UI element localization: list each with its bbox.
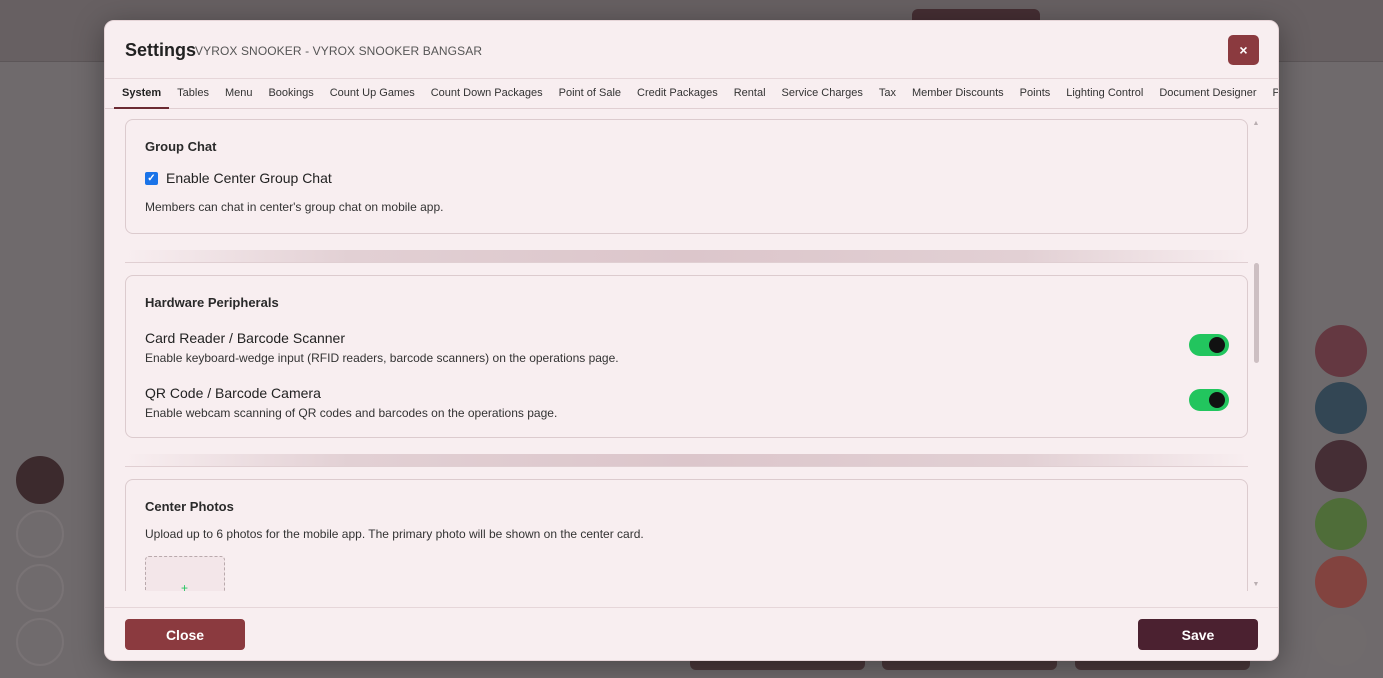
- tab-credit-packages[interactable]: Credit Packages: [629, 79, 726, 109]
- tab-tables[interactable]: Tables: [169, 79, 217, 109]
- card-reader-help: Enable keyboard-wedge input (RFID reader…: [145, 351, 619, 365]
- center-photos-title: Center Photos: [145, 499, 234, 514]
- photo-upload-button[interactable]: +: [145, 556, 225, 591]
- section-divider: [125, 250, 1248, 263]
- group-chat-checkbox-row[interactable]: ✓ Enable Center Group Chat: [145, 170, 332, 186]
- tab-service-charges[interactable]: Service Charges: [774, 79, 871, 109]
- content-scrollbar[interactable]: ▲ ▼: [1251, 120, 1261, 590]
- qr-camera-title: QR Code / Barcode Camera: [145, 385, 321, 401]
- plus-icon: +: [181, 581, 189, 591]
- tab-count-up-games[interactable]: Count Up Games: [322, 79, 423, 109]
- save-button[interactable]: Save: [1138, 619, 1258, 650]
- tab-rental[interactable]: Rental: [726, 79, 774, 109]
- scroll-thumb[interactable]: [1254, 263, 1259, 363]
- hardware-title: Hardware Peripherals: [145, 295, 279, 310]
- tab-member-discounts[interactable]: Member Discounts: [904, 79, 1012, 109]
- close-icon: ×: [1239, 42, 1248, 58]
- tab-tax[interactable]: Tax: [871, 79, 904, 109]
- settings-modal: Settings VYROX SNOOKER - VYROX SNOOKER B…: [104, 20, 1279, 661]
- modal-header: Settings VYROX SNOOKER - VYROX SNOOKER B…: [105, 21, 1278, 79]
- card-reader-toggle[interactable]: [1189, 334, 1229, 356]
- modal-subtitle: VYROX SNOOKER - VYROX SNOOKER BANGSAR: [195, 44, 483, 58]
- settings-content: Group Chat ✓ Enable Center Group Chat Me…: [105, 110, 1265, 591]
- tab-printers[interactable]: Printers: [1265, 79, 1278, 109]
- hardware-peripherals-card: Hardware Peripherals Card Reader / Barco…: [125, 275, 1248, 438]
- tab-bookings[interactable]: Bookings: [260, 79, 321, 109]
- toggle-knob: [1209, 337, 1225, 353]
- qr-camera-help: Enable webcam scanning of QR codes and b…: [145, 406, 558, 420]
- group-chat-title: Group Chat: [145, 139, 217, 154]
- tab-point-of-sale[interactable]: Point of Sale: [551, 79, 629, 109]
- section-divider: [125, 454, 1248, 467]
- qr-camera-toggle[interactable]: [1189, 389, 1229, 411]
- tab-lighting-control[interactable]: Lighting Control: [1058, 79, 1151, 109]
- group-chat-card: Group Chat ✓ Enable Center Group Chat Me…: [125, 119, 1248, 234]
- tab-system[interactable]: System: [114, 79, 170, 109]
- scroll-down-icon[interactable]: ▼: [1251, 581, 1261, 589]
- center-photos-help: Upload up to 6 photos for the mobile app…: [145, 527, 644, 541]
- settings-tabs: System Tables Menu Bookings Count Up Gam…: [105, 79, 1278, 109]
- close-modal-button[interactable]: ×: [1228, 35, 1259, 65]
- card-reader-title: Card Reader / Barcode Scanner: [145, 330, 345, 346]
- tab-count-down-packages[interactable]: Count Down Packages: [423, 79, 551, 109]
- group-chat-checkbox-label[interactable]: Enable Center Group Chat: [166, 170, 332, 186]
- toggle-knob: [1209, 392, 1225, 408]
- modal-title: Settings: [125, 40, 197, 60]
- modal-footer: Close Save: [105, 607, 1278, 660]
- tab-points[interactable]: Points: [1012, 79, 1059, 109]
- tab-document-designer[interactable]: Document Designer: [1151, 79, 1264, 109]
- group-chat-help: Members can chat in center's group chat …: [145, 200, 444, 214]
- tab-menu[interactable]: Menu: [217, 79, 261, 109]
- group-chat-checkbox[interactable]: ✓: [145, 171, 158, 185]
- close-button[interactable]: Close: [125, 619, 245, 650]
- scroll-up-icon[interactable]: ▲: [1251, 120, 1261, 128]
- center-photos-card: Center Photos Upload up to 6 photos for …: [125, 479, 1248, 591]
